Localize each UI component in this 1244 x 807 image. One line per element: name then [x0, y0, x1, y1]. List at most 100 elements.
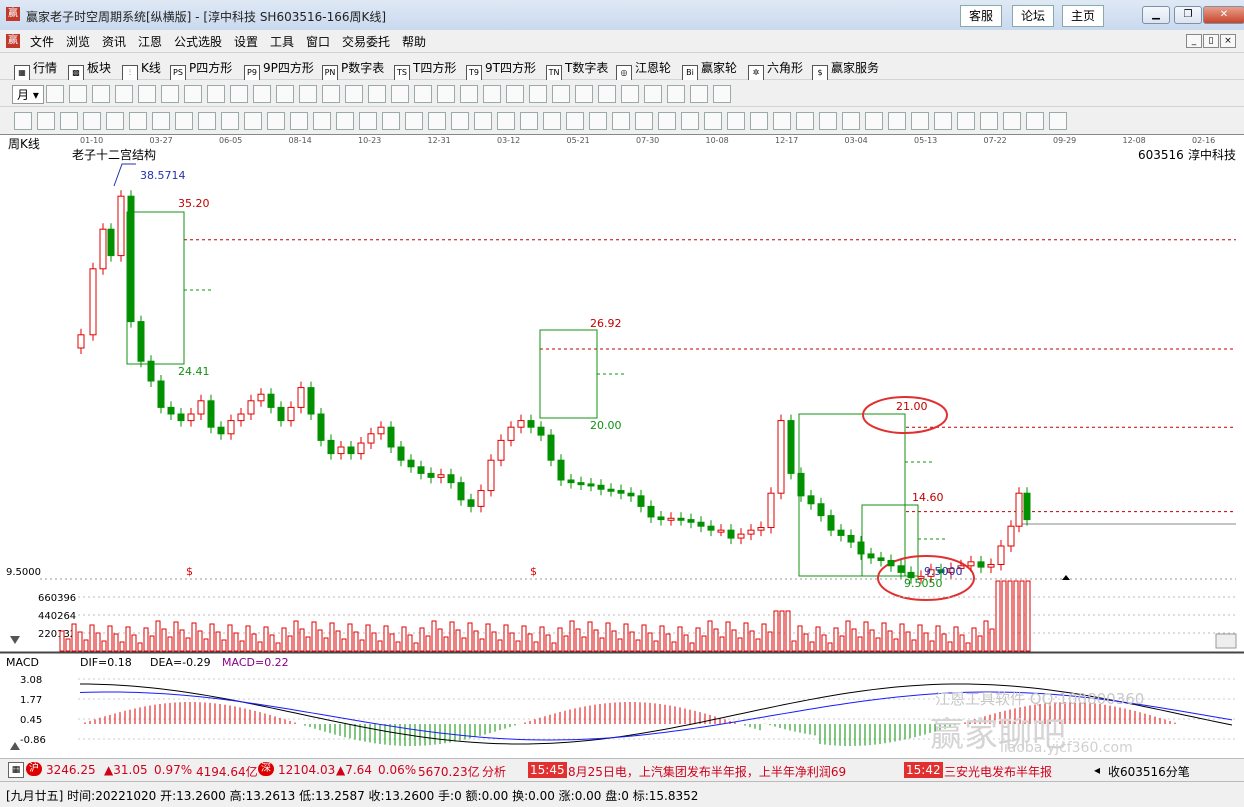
mdi-minimize-button[interactable]: _ — [1186, 34, 1202, 48]
restore-button[interactable]: ❐ — [1174, 6, 1202, 24]
tool-icon[interactable] — [414, 85, 432, 103]
tool-icon[interactable] — [460, 85, 478, 103]
tool-icon[interactable] — [888, 112, 906, 130]
tool-icon[interactable] — [934, 112, 952, 130]
tool-icon[interactable] — [690, 85, 708, 103]
winner-wheel-button[interactable]: Bi 赢家轮 — [682, 59, 737, 81]
tool-icon[interactable] — [552, 85, 570, 103]
forum-button[interactable]: 论坛 — [1012, 5, 1055, 27]
sh-index[interactable]: 3246.25 — [46, 763, 96, 777]
menu-help[interactable]: 帮助 — [402, 33, 426, 50]
menu-info[interactable]: 资讯 — [102, 33, 126, 50]
tool-icon[interactable] — [428, 112, 446, 130]
tool-icon[interactable] — [842, 112, 860, 130]
tool-icon[interactable] — [184, 85, 202, 103]
tool-icon[interactable] — [207, 85, 225, 103]
mdi-restore-button[interactable]: ▯ — [1203, 34, 1219, 48]
t-square-button[interactable]: TS T四方形 — [394, 59, 456, 81]
quote-button[interactable]: ▦ 行情 — [14, 59, 57, 81]
tool-icon[interactable] — [819, 112, 837, 130]
grid-icon[interactable]: ▦ — [8, 762, 24, 778]
p-square-button[interactable]: PS P四方形 — [170, 59, 232, 81]
menu-app-icon[interactable]: 赢 — [6, 34, 20, 48]
tool-icon[interactable] — [543, 112, 561, 130]
tool-icon[interactable] — [612, 112, 630, 130]
9t-square-button[interactable]: T9 9T四方形 — [466, 59, 536, 81]
kline-button[interactable]: ⫶ K线 — [122, 59, 161, 81]
tool-icon[interactable] — [115, 85, 133, 103]
tool-icon[interactable] — [198, 112, 216, 130]
p-number-table-button[interactable]: PN P数字表 — [322, 59, 384, 81]
tool-icon[interactable] — [497, 112, 515, 130]
menu-settings[interactable]: 设置 — [234, 33, 258, 50]
news1-text[interactable]: 8月25日电，上汽集团发布半年报，上半年净利润69 — [568, 763, 846, 780]
tool-icon[interactable] — [589, 112, 607, 130]
tool-icon[interactable] — [451, 112, 469, 130]
tool-icon[interactable] — [520, 112, 538, 130]
mdi-close-button[interactable]: × — [1220, 34, 1236, 48]
menu-browse[interactable]: 浏览 — [66, 33, 90, 50]
tool-icon[interactable] — [60, 112, 78, 130]
sector-button[interactable]: ▩ 板块 — [68, 59, 111, 81]
tool-icon[interactable] — [911, 112, 929, 130]
hexagon-button[interactable]: ✲ 六角形 — [748, 59, 803, 81]
tool-icon[interactable] — [161, 85, 179, 103]
chart-svg[interactable]: 周K线 老子十二宫结构 603516 淳中科技 01-10 03-27 06-05 0… — [0, 134, 1244, 756]
tool-icon[interactable] — [129, 112, 147, 130]
period-select[interactable]: 月 ▾ — [12, 85, 44, 104]
tool-icon[interactable] — [152, 112, 170, 130]
tool-icon[interactable] — [345, 85, 363, 103]
tool-icon[interactable] — [253, 85, 271, 103]
tool-icon[interactable] — [368, 85, 386, 103]
tool-icon[interactable] — [230, 85, 248, 103]
menu-file[interactable]: 文件 — [30, 33, 54, 50]
tool-icon[interactable] — [276, 85, 294, 103]
tool-icon[interactable] — [865, 112, 883, 130]
tool-icon[interactable] — [980, 112, 998, 130]
chart-area[interactable]: 周K线 老子十二宫结构 603516 淳中科技 01-10 03-27 06-05 0… — [0, 134, 1244, 756]
tool-icon[interactable] — [575, 85, 593, 103]
tool-icon[interactable] — [1026, 112, 1044, 130]
tool-icon[interactable] — [1003, 112, 1021, 130]
tool-icon[interactable] — [750, 112, 768, 130]
tool-icon[interactable] — [474, 112, 492, 130]
gann-wheel-button[interactable]: ◎ 江恩轮 — [616, 59, 671, 81]
tool-icon[interactable] — [621, 85, 639, 103]
menu-window[interactable]: 窗口 — [306, 33, 330, 50]
tool-icon[interactable] — [83, 112, 101, 130]
tool-icon[interactable] — [46, 85, 64, 103]
tool-icon[interactable] — [382, 112, 400, 130]
tool-icon[interactable] — [69, 85, 87, 103]
t-number-table-button[interactable]: TN T数字表 — [546, 59, 608, 81]
tool-icon[interactable] — [106, 112, 124, 130]
tool-icon[interactable] — [681, 112, 699, 130]
minimize-button[interactable]: ▁ — [1142, 6, 1170, 24]
tool-icon[interactable] — [957, 112, 975, 130]
tool-icon[interactable] — [359, 112, 377, 130]
tool-icon[interactable] — [37, 112, 55, 130]
tool-icon[interactable] — [391, 85, 409, 103]
tool-icon[interactable] — [14, 112, 32, 130]
9p-square-button[interactable]: P9 9P四方形 — [244, 59, 314, 81]
tool-icon[interactable] — [322, 85, 340, 103]
menu-gann[interactable]: 江恩 — [138, 33, 162, 50]
news2-text[interactable]: 三安光电发布半年报 — [944, 763, 1052, 780]
tool-icon[interactable] — [644, 85, 662, 103]
service-button[interactable]: 客服 — [960, 5, 1003, 27]
tool-icon[interactable] — [175, 112, 193, 130]
home-button[interactable]: 主页 — [1062, 5, 1105, 27]
sz-index[interactable]: 12104.03 — [278, 763, 335, 777]
tool-icon[interactable] — [796, 112, 814, 130]
tool-icon[interactable] — [290, 112, 308, 130]
tool-icon[interactable] — [437, 85, 455, 103]
menu-trade[interactable]: 交易委托 — [342, 33, 390, 50]
tool-icon[interactable] — [299, 85, 317, 103]
menu-tools[interactable]: 工具 — [270, 33, 294, 50]
tool-icon[interactable] — [704, 112, 722, 130]
tool-icon[interactable] — [244, 112, 262, 130]
winner-service-button[interactable]: $ 赢家服务 — [812, 59, 879, 81]
tool-icon[interactable] — [667, 85, 685, 103]
tick-detail-label[interactable]: 收603516分笔 — [1108, 763, 1190, 780]
tool-icon[interactable] — [773, 112, 791, 130]
tool-icon[interactable] — [92, 85, 110, 103]
